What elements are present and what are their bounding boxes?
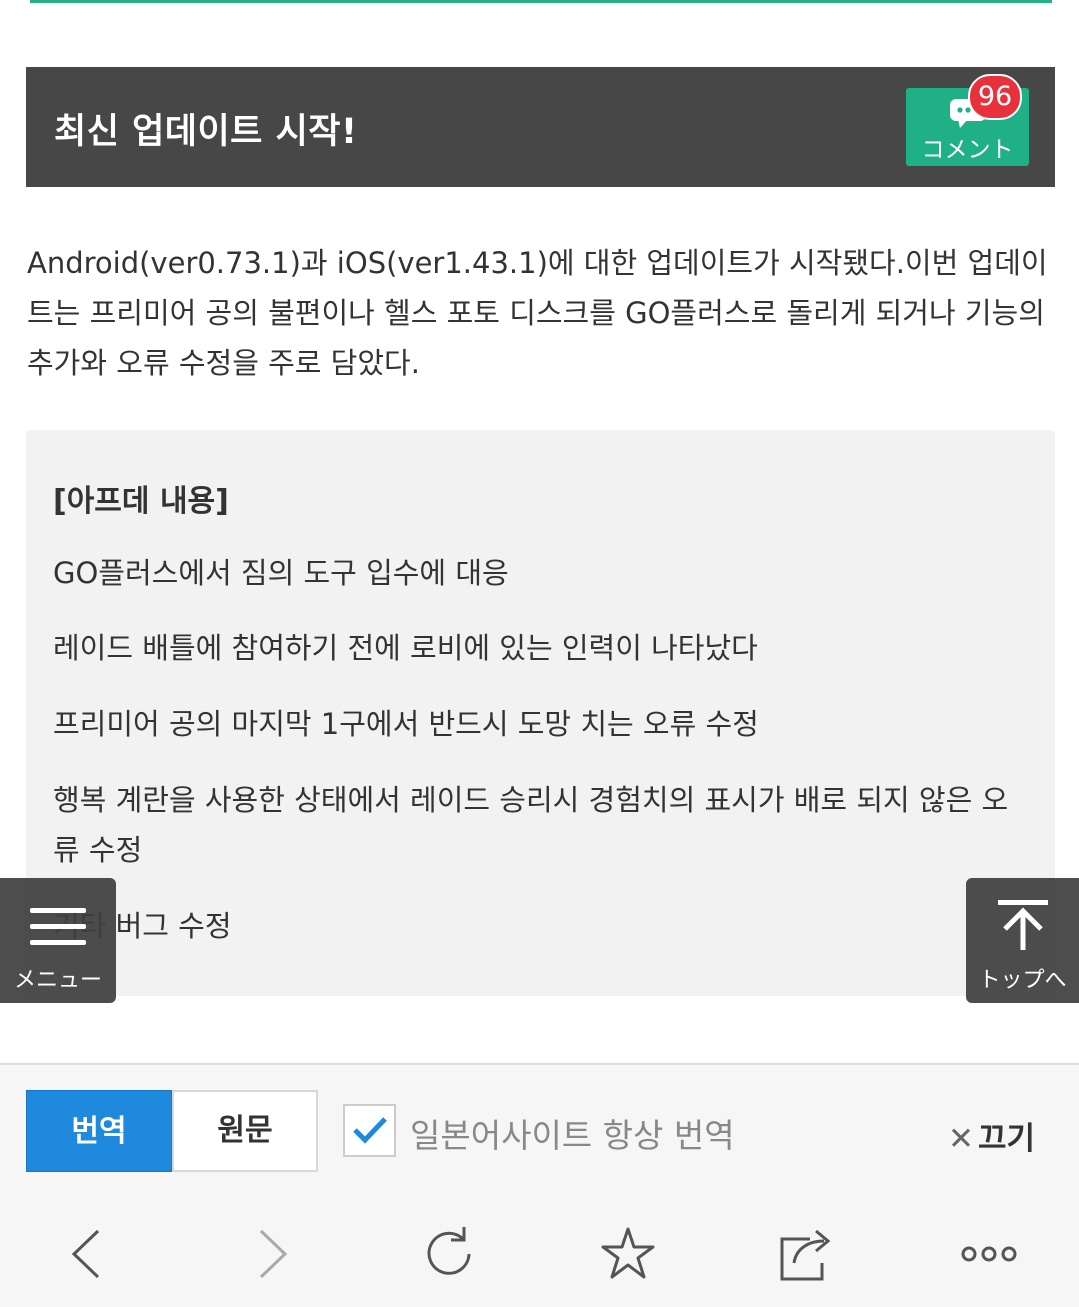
share-icon[interactable]	[772, 1219, 842, 1289]
menu-label: メニュー	[13, 968, 102, 993]
patch-item: 프리미어 공의 마지막 1구에서 반드시 도망 치는 오류 수정	[53, 707, 759, 741]
scroll-to-top-button[interactable]: トップへ	[966, 878, 1079, 1003]
original-button[interactable]: 원문	[172, 1090, 318, 1172]
back-icon[interactable]	[52, 1219, 122, 1289]
article-header: 최신 업데이트 시작! コメント	[26, 67, 1055, 187]
more-icon[interactable]	[954, 1219, 1024, 1289]
close-icon: ✕	[948, 1121, 974, 1157]
patch-item: 레이드 배틀에 참여하기 전에 로비에 있는 인력이 나타났다	[53, 631, 758, 665]
bookmark-star-icon[interactable]	[593, 1219, 663, 1289]
close-translation-button[interactable]: ✕ 끄기	[948, 1113, 1035, 1158]
article-intro: Android(ver0.73.1)과 iOS(ver1.43.1)에 대한 업…	[27, 246, 1048, 380]
always-translate-checkbox[interactable]	[343, 1104, 396, 1157]
always-translate-label: 일본어사이트 항상 번역	[410, 1116, 735, 1155]
patch-item: 기타 버그 수정	[53, 909, 232, 943]
floating-menu-button[interactable]: メニュー	[0, 878, 116, 1003]
arrow-up-to-top-icon	[998, 900, 1048, 950]
article-title: 최신 업데이트 시작!	[54, 112, 358, 152]
translation-bar: 번역 원문 일본어사이트 항상 번역 ✕ 끄기	[0, 1063, 1079, 1201]
checkmark-icon	[353, 1117, 387, 1144]
top-divider	[30, 0, 1052, 3]
patch-item: GO플러스에서 짐의 도구 입수에 대응	[53, 556, 509, 590]
patch-notes-box: [아프데 내용] GO플러스에서 짐의 도구 입수에 대응 레이드 배틀에 참여…	[26, 430, 1055, 996]
refresh-icon[interactable]	[414, 1219, 484, 1289]
comment-label: コメント	[921, 137, 1014, 163]
translate-button[interactable]: 번역	[26, 1090, 172, 1172]
patch-notes-heading: [아프데 내용]	[53, 484, 229, 519]
browser-navigation-bar	[0, 1199, 1079, 1307]
forward-icon[interactable]	[237, 1219, 307, 1289]
close-label: 끄기	[977, 1121, 1036, 1157]
top-label: トップへ	[978, 968, 1067, 993]
patch-item: 행복 계란을 사용한 상태에서 레이드 승리시 경험치의 표시가 배로 되지 않…	[53, 783, 1009, 867]
comment-count-badge: 96	[968, 74, 1022, 120]
hamburger-menu-icon	[30, 908, 86, 945]
